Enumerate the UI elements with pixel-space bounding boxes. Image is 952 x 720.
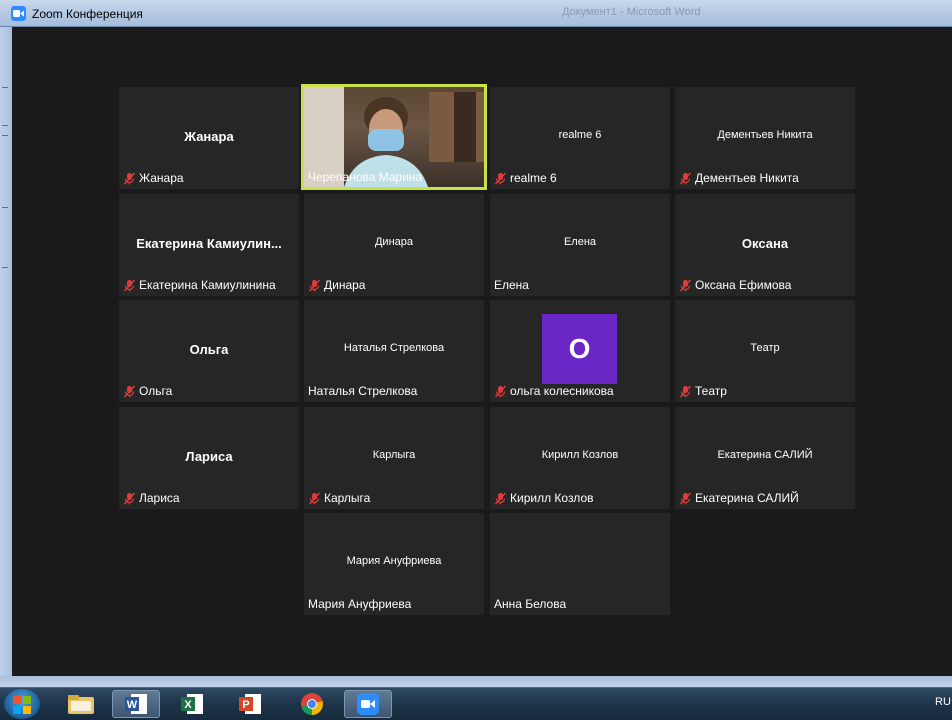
word-icon: W (125, 694, 147, 714)
participant-center-name: Лариса (185, 449, 233, 464)
participant-tile-realme-6[interactable]: realme 6 realme 6 (490, 87, 670, 189)
participant-name: Ольга (139, 384, 173, 398)
taskbar-zoom[interactable] (344, 690, 392, 718)
mic-muted-icon (679, 492, 692, 505)
title-bar: Zoom Конференция Документ1 - Microsoft W… (0, 0, 952, 27)
participant-name: Театр (695, 384, 727, 398)
background-window-title: Документ1 - Microsoft Word (562, 6, 701, 18)
taskbar-word[interactable]: W (112, 690, 160, 718)
participant-center-name: Елена (563, 236, 597, 248)
participant-tile-teatr[interactable]: Театр Театр (675, 300, 855, 402)
svg-text:P: P (242, 699, 249, 711)
participant-center-name: Карлыга (372, 449, 416, 461)
avatar-letter: О (568, 333, 591, 364)
participant-center-name: Кирилл Козлов (541, 449, 619, 461)
participant-name: Карлыга (324, 491, 371, 505)
participant-name: Кирилл Козлов (510, 491, 594, 505)
svg-text:W: W (127, 699, 138, 711)
participant-tile-karlyga[interactable]: Карлыга Карлыга (304, 407, 484, 509)
svg-text:X: X (184, 699, 192, 711)
participant-center-name: realme 6 (558, 129, 602, 141)
participant-name: Елена (494, 278, 529, 292)
taskbar-excel[interactable]: X (168, 690, 216, 718)
window-frame-left (0, 27, 12, 687)
participant-center-name: Наталья Стрелкова (343, 342, 445, 354)
mic-muted-icon (123, 492, 136, 505)
participant-tile-mariya-anufrieva[interactable]: Мария Ануфриева Мария Ануфриева (304, 513, 484, 615)
participant-tile-olga[interactable]: Ольга Ольга (119, 300, 299, 402)
participant-name: Жанара (139, 171, 184, 185)
participant-name: Дементьев Никита (695, 171, 799, 185)
chrome-icon (301, 693, 323, 715)
language-indicator[interactable]: RU (935, 696, 951, 708)
participant-center-name: Екатерина Камиулин... (136, 236, 282, 251)
mic-muted-icon (679, 172, 692, 185)
folder-icon (68, 695, 94, 714)
participant-center-name: Динара (374, 236, 414, 248)
participant-tile-ekaterina[interactable]: Екатерина Камиулин... Екатерина Камиулин… (119, 194, 299, 296)
participant-name: Лариса (139, 491, 180, 505)
mic-muted-icon (308, 279, 321, 292)
mic-muted-icon (123, 172, 136, 185)
participant-center-name: Театр (750, 342, 780, 354)
participant-name: Мария Ануфриева (308, 597, 412, 611)
window-title: Zoom Конференция (32, 7, 143, 21)
mic-muted-icon (494, 385, 507, 398)
participant-name: Динара (324, 278, 366, 292)
mic-muted-icon (123, 385, 136, 398)
participant-tile-olga-kolesnikova[interactable]: О ольга колесникова (490, 300, 670, 402)
participant-name: ольга колесникова (510, 384, 614, 398)
participant-center-name: Ольга (189, 342, 229, 357)
taskbar-file-explorer[interactable] (57, 690, 105, 718)
taskbar-chrome[interactable] (288, 690, 336, 718)
mic-muted-icon (679, 279, 692, 292)
participant-name: realme 6 (510, 171, 557, 185)
participant-tile-kirill-kozlov[interactable]: Кирилл Козлов Кирилл Козлов (490, 407, 670, 509)
participant-center-name: Дементьев Никита (717, 129, 813, 141)
participant-name: Наталья Стрелкова (308, 384, 418, 398)
mic-muted-icon (123, 279, 136, 292)
participant-tile-anna-belova[interactable]: Анна Белова (490, 513, 670, 615)
participant-avatar: О (542, 314, 617, 384)
participant-name: Екатерина САЛИЙ (695, 491, 799, 505)
participant-name: Оксана Ефимова (695, 278, 792, 292)
participant-name: Екатерина Камиулинина (139, 278, 276, 292)
participant-name: Анна Белова (494, 597, 567, 611)
zoom-icon (357, 693, 379, 715)
participant-tile-dementyev-nikita[interactable]: Дементьев Никита Дементьев Никита (675, 87, 855, 189)
window-frame-bottom (0, 676, 952, 687)
participant-tile-larisa[interactable]: Лариса Лариса (119, 407, 299, 509)
participant-tile-natalya-strelkova[interactable]: Наталья Стрелкова Наталья Стрелкова (304, 300, 484, 402)
mic-muted-icon (494, 492, 507, 505)
windows-logo-icon (13, 696, 31, 714)
participant-center-name: Екатерина САЛИЙ (717, 449, 813, 461)
mic-muted-icon (308, 492, 321, 505)
start-button[interactable] (4, 689, 40, 719)
excel-icon: X (181, 694, 203, 714)
powerpoint-icon: P (239, 694, 261, 714)
mic-muted-icon (494, 172, 507, 185)
participant-tile-dinara[interactable]: Динара Динара (304, 194, 484, 296)
participant-tile-cherepanova-marina[interactable]: Черепанова Марина (301, 84, 487, 190)
taskbar-powerpoint[interactable]: P (226, 690, 274, 718)
mic-muted-icon (679, 385, 692, 398)
participant-tile-ekaterina-saliy[interactable]: Екатерина САЛИЙ Екатерина САЛИЙ (675, 407, 855, 509)
participant-tile-zhanara[interactable]: Жанара Жанара (119, 87, 299, 189)
participant-center-name: Мария Ануфриева (346, 555, 442, 567)
participant-tile-elena[interactable]: Елена Елена (490, 194, 670, 296)
taskbar: W X P RU (0, 687, 952, 720)
participant-tile-oksana-efimova[interactable]: Оксана Оксана Ефимова (675, 194, 855, 296)
zoom-app-icon (11, 6, 26, 21)
participant-center-name: Оксана (741, 236, 789, 251)
participant-center-name: Жанара (184, 129, 234, 144)
participant-name: Черепанова Марина (308, 170, 423, 184)
